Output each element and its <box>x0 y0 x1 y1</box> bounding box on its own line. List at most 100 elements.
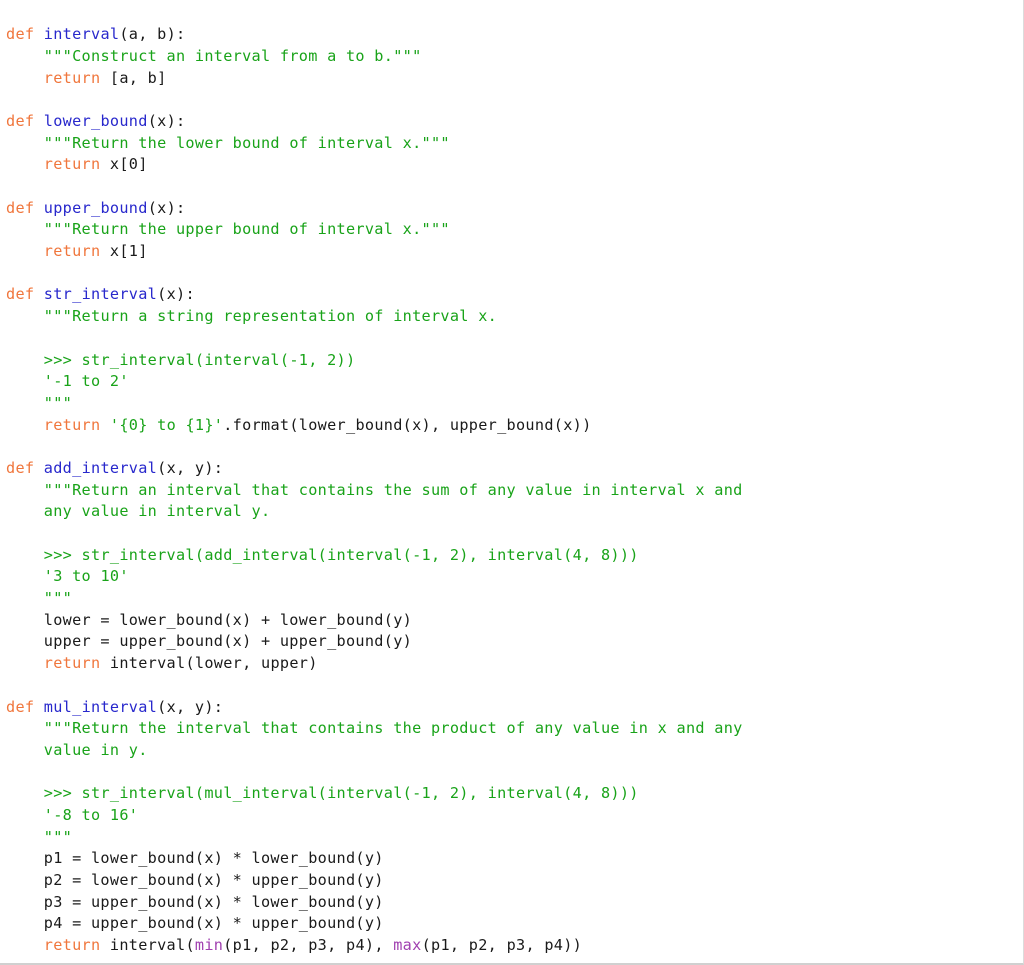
code-line: """Construct an interval from a to b.""" <box>6 46 743 68</box>
code-token-kw: return <box>43 415 101 434</box>
code-token-pl: interval(lower, upper) <box>100 654 318 673</box>
code-token-pl: upper = upper_bound(x) + upper_bound(y) <box>6 632 413 651</box>
code-line: >>> str_interval(interval(-1, 2)) <box>6 350 743 372</box>
code-token-str: """ <box>43 827 73 846</box>
code-token-str: >>> str_interval(add_interval(interval(-… <box>43 545 639 564</box>
code-token-pl: p4 = upper_bound(x) * upper_bound(y) <box>6 914 384 933</box>
code-token-str: """Return a string representation of int… <box>43 307 498 326</box>
code-token-str: """Construct an interval from a to b.""" <box>43 46 422 65</box>
code-line: def add_interval(x, y): <box>6 458 743 480</box>
code-line: """ <box>6 393 743 415</box>
code-line: >>> str_interval(add_interval(interval(-… <box>6 545 743 567</box>
code-line: >>> str_interval(mul_interval(interval(-… <box>6 783 743 805</box>
code-token-kw: return <box>43 242 101 261</box>
code-line: lower = lower_bound(x) + lower_bound(y) <box>6 610 743 632</box>
code-token-pl: (p1, p2, p3, p4), <box>223 936 394 955</box>
code-token-kw: def <box>6 697 35 716</box>
code-token-kw: return <box>43 68 101 87</box>
code-token-str: >>> str_interval(mul_interval(interval(-… <box>43 784 639 803</box>
code-token-str: '-8 to 16' <box>43 805 139 824</box>
code-line: any value in interval y. <box>6 501 743 523</box>
code-token-pl: p2 = lower_bound(x) * upper_bound(y) <box>6 871 384 889</box>
code-line: def str_interval(x): <box>6 284 743 306</box>
code-token-kw: def <box>6 111 35 130</box>
code-token-pl: (x): <box>157 285 195 304</box>
code-token-str: value in y. <box>43 740 148 759</box>
code-token-pl: p3 = upper_bound(x) * lower_bound(y) <box>6 892 384 911</box>
code-line: p2 = lower_bound(x) * upper_bound(y) <box>6 870 743 892</box>
code-line: p1 = lower_bound(x) * lower_bound(y) <box>6 848 743 870</box>
code-token-pl: interval( <box>100 936 195 955</box>
code-token-kw: def <box>6 25 35 44</box>
code-token-kw: return <box>43 654 101 673</box>
code-token-pl: (x): <box>147 198 186 217</box>
code-token-pl: .format(lower_bound(x), upper_bound(x)) <box>223 415 592 434</box>
code-token-kw: def <box>6 198 35 217</box>
code-line: def upper_bound(x): <box>6 198 743 220</box>
code-viewer: def interval(a, b): """Construct an inte… <box>0 0 1024 965</box>
code-token-pl: (x, y): <box>157 697 224 716</box>
code-token-str: """Return the interval that contains the… <box>43 719 743 738</box>
code-token-pl: x[1] <box>100 242 148 261</box>
code-line: return '{0} to {1}'.format(lower_bound(x… <box>6 415 743 437</box>
code-token-pl: (x): <box>147 111 186 130</box>
code-token-pl: (p1, p2, p3, p4)) <box>421 936 583 955</box>
code-token-kw: return <box>43 936 101 955</box>
code-line: def interval(a, b): <box>6 24 743 46</box>
code-line: p3 = upper_bound(x) * lower_bound(y) <box>6 892 743 914</box>
code-token-fn: lower_bound <box>43 111 148 130</box>
code-line: '3 to 10' <box>6 566 743 588</box>
code-token-str: '-1 to 2' <box>43 372 129 391</box>
code-token-str: any value in interval y. <box>43 502 271 521</box>
code-line: """ <box>6 827 743 849</box>
code-line: def mul_interval(x, y): <box>6 697 743 719</box>
source-code-block[interactable]: def interval(a, b): """Construct an inte… <box>6 24 743 957</box>
code-token-fn: mul_interval <box>43 697 158 716</box>
code-token-str: >>> str_interval(interval(-1, 2)) <box>43 350 356 369</box>
code-line: '-8 to 16' <box>6 805 743 827</box>
code-line: return [a, b] <box>6 68 743 90</box>
code-line: return x[1] <box>6 241 743 263</box>
code-token-kw: return <box>43 155 101 174</box>
code-line: return interval(lower, upper) <box>6 653 743 675</box>
code-line: p4 = upper_bound(x) * upper_bound(y) <box>6 913 743 935</box>
code-line: return interval(min(p1, p2, p3, p4), max… <box>6 935 743 957</box>
code-line: """Return a string representation of int… <box>6 306 743 328</box>
code-token-kw: def <box>6 458 35 477</box>
code-token-str: """Return the upper bound of interval x.… <box>43 220 450 239</box>
code-token-pl: p1 = lower_bound(x) * lower_bound(y) <box>6 849 384 868</box>
code-line: def lower_bound(x): <box>6 111 743 133</box>
code-token-fn: str_interval <box>43 285 158 304</box>
code-line: """ <box>6 588 743 610</box>
code-token-bi: min <box>194 936 224 955</box>
